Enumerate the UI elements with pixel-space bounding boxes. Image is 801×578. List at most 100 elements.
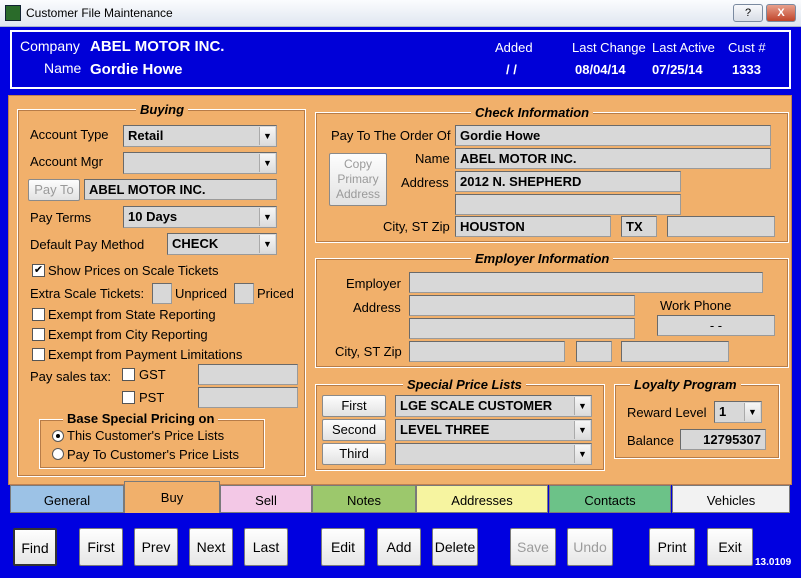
tab-buy[interactable]: Buy — [124, 481, 220, 513]
balance-field[interactable]: 12795307 — [680, 429, 766, 450]
employer-state-field[interactable] — [576, 341, 612, 362]
cust-number-label: Cust # — [728, 40, 766, 55]
exempt-state-checkbox[interactable] — [32, 308, 45, 321]
last-active-value: 07/25/14 — [652, 62, 703, 77]
gst-field[interactable] — [198, 364, 298, 385]
account-mgr-select[interactable]: ▼ — [123, 152, 277, 174]
default-pay-select[interactable]: CHECK ▼ — [167, 233, 277, 255]
check-name-label: Name — [415, 151, 450, 166]
employer-field[interactable] — [409, 272, 763, 293]
help-button[interactable]: ? — [733, 4, 763, 22]
pay-terms-select[interactable]: 10 Days ▼ — [123, 206, 277, 228]
employer-city-field[interactable] — [409, 341, 565, 362]
copy-primary-address-button[interactable]: Copy Primary Address — [329, 153, 387, 206]
show-prices-checkbox[interactable]: ✔ — [32, 264, 45, 277]
tab-addresses[interactable]: Addresses — [416, 485, 548, 513]
account-type-select[interactable]: Retail ▼ — [123, 125, 277, 147]
exempt-payment-label: Exempt from Payment Limitations — [48, 347, 243, 362]
work-phone-label: Work Phone — [660, 298, 732, 313]
pst-field[interactable] — [198, 387, 298, 408]
tab-sell[interactable]: Sell — [220, 485, 312, 513]
check-address1-field[interactable]: 2012 N. SHEPHERD — [455, 171, 681, 192]
app-icon — [5, 5, 21, 21]
chevron-down-icon: ▼ — [574, 397, 590, 415]
third-price-list-button[interactable]: Third — [322, 443, 386, 465]
first-price-list-value: LGE SCALE CUSTOMER — [400, 398, 553, 413]
check-city-field[interactable]: HOUSTON — [455, 216, 611, 237]
account-type-value: Retail — [128, 128, 164, 143]
pst-checkbox[interactable] — [122, 391, 135, 404]
exit-button[interactable]: Exit — [707, 528, 753, 566]
print-button[interactable]: Print — [649, 528, 695, 566]
tab-notes[interactable]: Notes — [312, 485, 416, 513]
add-button[interactable]: Add — [377, 528, 421, 566]
work-phone-field[interactable]: - - — [657, 315, 775, 336]
reward-level-value: 1 — [719, 404, 727, 419]
check-city-label: City, ST Zip — [383, 219, 450, 234]
pay-to-order-field[interactable]: Gordie Howe — [455, 125, 771, 146]
this-customer-radio[interactable] — [52, 430, 64, 442]
delete-button[interactable]: Delete — [432, 528, 478, 566]
pay-to-customer-radio[interactable] — [52, 448, 64, 460]
save-button[interactable]: Save — [510, 528, 556, 566]
priced-label: Priced — [257, 286, 294, 301]
pay-to-button[interactable]: Pay To — [28, 179, 80, 201]
show-prices-label: Show Prices on Scale Tickets — [48, 263, 219, 278]
undo-button[interactable]: Undo — [567, 528, 613, 566]
default-pay-label: Default Pay Method — [30, 237, 145, 252]
second-price-list-select[interactable]: LEVEL THREE ▼ — [395, 419, 592, 441]
third-price-list-select[interactable]: ▼ — [395, 443, 592, 465]
first-price-list-select[interactable]: LGE SCALE CUSTOMER ▼ — [395, 395, 592, 417]
name-label: Name — [44, 60, 82, 76]
account-type-label: Account Type — [30, 127, 109, 142]
chevron-down-icon: ▼ — [744, 403, 760, 421]
chevron-down-icon: ▼ — [259, 208, 275, 226]
employer-zip-field[interactable] — [621, 341, 729, 362]
priced-count-field[interactable] — [234, 283, 254, 304]
employer-address-label: Address — [353, 300, 401, 315]
check-zip-field[interactable] — [667, 216, 775, 237]
employer-address2-field[interactable] — [409, 318, 635, 339]
exempt-city-label: Exempt from City Reporting — [48, 327, 208, 342]
edit-button[interactable]: Edit — [321, 528, 365, 566]
reward-level-label: Reward Level — [627, 405, 707, 420]
reward-level-select[interactable]: 1 ▼ — [714, 401, 762, 423]
exempt-payment-checkbox[interactable] — [32, 348, 45, 361]
employer-address1-field[interactable] — [409, 295, 635, 316]
first-button[interactable]: First — [79, 528, 123, 566]
gst-checkbox[interactable] — [122, 368, 135, 381]
last-button[interactable]: Last — [244, 528, 288, 566]
chevron-down-icon: ▼ — [574, 445, 590, 463]
balance-label: Balance — [627, 433, 674, 448]
prev-button[interactable]: Prev — [134, 528, 178, 566]
check-name-field[interactable]: ABEL MOTOR INC. — [455, 148, 771, 169]
chevron-down-icon: ▼ — [259, 154, 275, 172]
loyalty-title: Loyalty Program — [630, 377, 741, 392]
check-address2-field[interactable] — [455, 194, 681, 215]
employer-info-title: Employer Information — [471, 251, 614, 266]
check-state-field[interactable]: TX — [621, 216, 657, 237]
cust-number-value: 1333 — [732, 62, 761, 77]
tab-contacts[interactable]: Contacts — [549, 485, 671, 513]
last-change-value: 08/04/14 — [575, 62, 626, 77]
customer-header: Company ABEL MOTOR INC. Name Gordie Howe… — [10, 30, 791, 89]
employer-city-label: City, ST Zip — [335, 344, 402, 359]
unpriced-count-field[interactable] — [152, 283, 172, 304]
tab-strip: General Buy Sell Notes Addresses Contact… — [8, 481, 792, 513]
pay-to-order-label: Pay To The Order Of — [331, 128, 451, 143]
first-price-list-button[interactable]: First — [322, 395, 386, 417]
exempt-city-checkbox[interactable] — [32, 328, 45, 341]
pay-to-customer-label: Pay To Customer's Price Lists — [67, 447, 240, 462]
tab-vehicles[interactable]: Vehicles — [672, 485, 790, 513]
name-value: Gordie Howe — [90, 61, 183, 78]
second-price-list-value: LEVEL THREE — [400, 422, 490, 437]
find-button[interactable]: Find — [13, 528, 57, 566]
version-label: 13.0109 — [755, 557, 792, 568]
account-mgr-label: Account Mgr — [30, 154, 103, 169]
close-button[interactable]: X — [766, 4, 796, 22]
next-button[interactable]: Next — [189, 528, 233, 566]
tab-general[interactable]: General — [10, 485, 124, 513]
second-price-list-button[interactable]: Second — [322, 419, 386, 441]
pay-to-field[interactable]: ABEL MOTOR INC. — [84, 179, 277, 200]
exempt-state-label: Exempt from State Reporting — [48, 307, 216, 322]
